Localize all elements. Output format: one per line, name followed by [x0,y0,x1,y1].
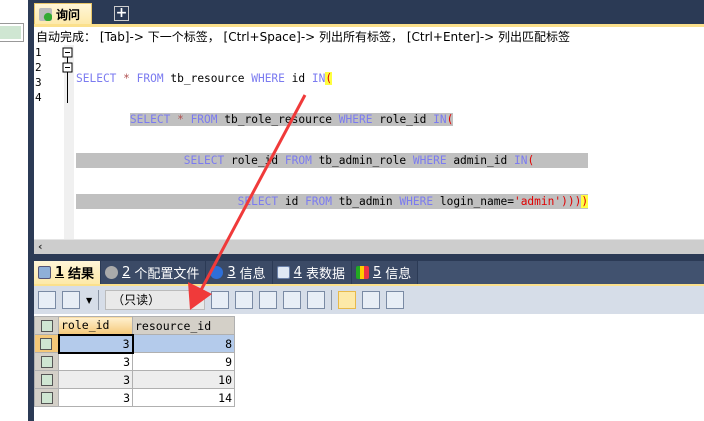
tab-number: 1 [55,265,65,280]
tab-messages[interactable]: 3 信息 [206,261,273,284]
divider [98,290,100,310]
add-tab-button[interactable]: + [114,6,129,21]
cancel-icon[interactable] [307,291,326,309]
table-cell[interactable]: 3 [58,370,133,389]
fold-markers[interactable] [52,45,76,115]
result-tabs: 1 结果 2 个配置文件 3 信息 4 表数据 5 信息 [34,261,704,284]
sql-code[interactable]: SELECT * FROM tb_resource WHERE id IN( S… [76,45,589,235]
profile-icon [105,266,119,279]
tab-info[interactable]: 5 信息 [351,261,419,284]
tab-number: 5 [372,265,382,280]
row-checkbox[interactable] [34,388,59,407]
duplicate-row-icon[interactable] [235,291,254,309]
scroll-left-arrow[interactable]: ‹ [38,240,43,253]
select-all-checkbox[interactable] [34,316,59,335]
sql-editor[interactable]: 自动完成： [Tab]-> 下一个标签， [Ctrl+Space]-> 列出所有… [34,24,704,239]
row-checkbox[interactable] [34,352,59,371]
code-line: SELECT * FROM tb_resource WHERE id IN( [76,72,333,85]
table-row[interactable]: 39 [34,352,235,371]
line-numbers: 1 2 3 4 [34,45,52,239]
table-cell[interactable]: 14 [132,388,235,407]
table-cell[interactable]: 9 [132,352,235,371]
form-view-icon[interactable] [362,291,381,309]
table-cell[interactable]: 3 [57,333,134,354]
results-icon [38,266,51,279]
results-toolbar: ▼ （只读） ⌵ [34,284,704,314]
tab-number: 3 [227,265,236,280]
add-row-icon[interactable] [211,291,230,309]
results-table: role_id resource_id 3 8 3 9 3 10 3 14 [34,316,235,407]
readonly-select-value: （只读） [112,293,161,307]
tab-results[interactable]: 1 结果 [34,261,102,284]
object-browser-item[interactable] [0,23,24,42]
table-icon [276,266,290,279]
query-icon [39,8,52,21]
column-header[interactable]: resource_id [132,316,235,335]
table-row[interactable]: 3 10 [34,370,235,389]
import-icon[interactable] [62,291,80,309]
table-row[interactable]: 38 [34,333,235,354]
tab-profiler[interactable]: 2 个配置文件 [101,261,207,284]
tab-query-label: 询问 [56,8,81,22]
tab-query[interactable]: 询问 [34,3,92,25]
code-line: SELECT id FROM tb_admin WHERE login_name… [76,194,589,209]
row-checkbox[interactable] [34,370,59,389]
line-number: 2 [35,61,42,74]
shapes-icon [355,266,369,279]
table-row[interactable]: 3 14 [34,388,235,407]
line-number: 3 [35,76,42,89]
tab-number: 4 [293,265,302,280]
table-cell[interactable]: 8 [132,334,235,353]
code-line: SELECT * FROM tb_role_resource WHERE rol… [76,112,589,127]
row-checkbox[interactable] [34,334,59,353]
readonly-select[interactable]: （只读） ⌵ [105,290,206,310]
tab-label: 信息 [385,267,412,282]
export-icon[interactable] [38,291,56,309]
line-number: 4 [35,91,42,104]
info-icon [210,266,224,279]
tab-label: 表数据 [305,267,345,282]
table-cell[interactable]: 3 [58,388,133,407]
chevron-down-icon: ⌵ [191,293,201,307]
horizontal-scrollbar[interactable]: ‹ [34,239,704,254]
trash-icon[interactable] [283,291,302,309]
left-panel [0,0,28,421]
tab-number: 2 [122,265,131,280]
tab-table-data[interactable]: 4 表数据 [272,261,352,284]
table-header: role_id resource_id [34,316,235,335]
tab-label: 个配置文件 [134,267,200,282]
table-cell[interactable]: 10 [132,370,235,389]
divider [331,290,333,310]
tab-label: 结果 [68,267,95,282]
grid-view-icon[interactable] [338,291,357,309]
line-number: 1 [35,46,42,59]
chevron-down-icon[interactable]: ▼ [86,296,92,305]
code-line: SELECT role_id FROM tb_admin_role WHERE … [76,153,589,168]
results-grid: role_id resource_id 3 8 3 9 3 10 3 14 [34,314,704,421]
save-icon[interactable] [259,291,278,309]
tab-label: 信息 [239,267,266,282]
autocomplete-hint: 自动完成： [Tab]-> 下一个标签， [Ctrl+Space]-> 列出所有… [36,30,571,44]
table-cell[interactable]: 3 [58,352,133,371]
column-header[interactable]: role_id [58,316,133,335]
query-tab-bar [34,0,704,24]
text-view-icon[interactable] [386,291,405,309]
